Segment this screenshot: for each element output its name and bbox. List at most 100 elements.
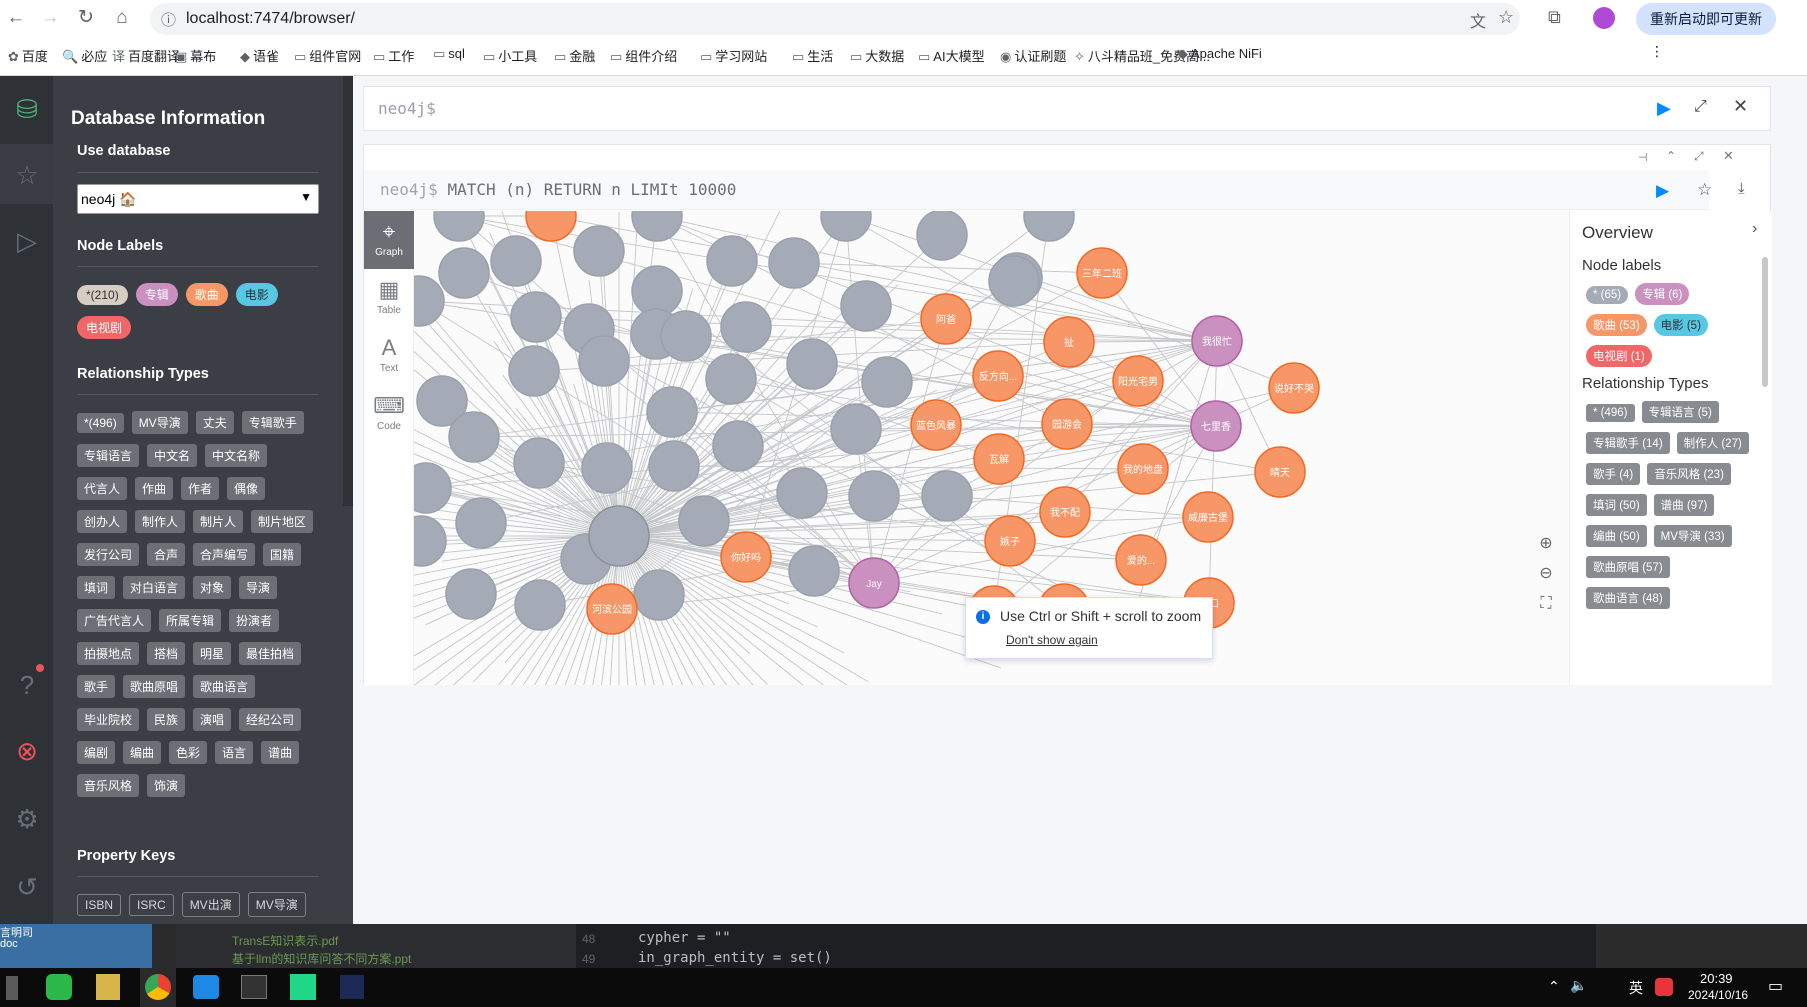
relationship-type-chip[interactable]: 偶像 (227, 477, 266, 500)
relationship-type-chip[interactable]: 国籍 (263, 543, 302, 566)
relationship-type-chip[interactable]: 作曲 (135, 477, 174, 500)
relationship-type-chip[interactable]: 色彩 (169, 741, 208, 764)
overview-node-label-chip[interactable]: 电影 (5) (1653, 314, 1708, 336)
graph-node[interactable] (490, 235, 542, 287)
chevron-right-icon[interactable]: › (1752, 220, 1757, 238)
bookmark-item[interactable]: ✿ 百度 (8, 46, 48, 65)
bookmark-item[interactable]: ▭ sql (433, 46, 465, 62)
bookmark-item[interactable]: ◆ 语雀 (240, 46, 279, 65)
start-icon[interactable] (6, 976, 18, 1000)
graph-node[interactable] (455, 497, 507, 549)
overview-relationship-type-chip[interactable]: 谱曲 (97) (1653, 494, 1715, 516)
view-tab-text[interactable]: A Text (364, 327, 414, 385)
bookmark-item[interactable]: ▭ 生活 (792, 46, 833, 65)
collapse-icon[interactable]: ⌃ (1666, 149, 1676, 163)
address-bar[interactable]: ⓘ localhost:7474/browser/ 文 ☆ (150, 3, 1520, 35)
run-play-icon[interactable]: ▶ (1657, 98, 1671, 119)
relationship-type-chip[interactable]: 拍摄地点 (77, 642, 140, 665)
database-icon[interactable]: ⛁ (8, 90, 46, 128)
database-select[interactable]: neo4j 🏠 ▼ (77, 184, 319, 214)
terminal-icon[interactable] (241, 975, 267, 999)
graph-node[interactable] (414, 275, 445, 327)
graph-relationship[interactable] (1208, 340, 1218, 604)
relationship-type-chip[interactable]: 民族 (147, 708, 186, 731)
overview-node-label-chip[interactable]: 歌曲 (53) (1586, 314, 1647, 336)
graph-node[interactable] (414, 515, 447, 567)
relationship-type-chip[interactable]: 歌手 (77, 675, 116, 698)
graph-node[interactable] (706, 235, 758, 287)
extensions-icon[interactable]: ⧉ (1548, 7, 1561, 28)
view-tab-code[interactable]: ⌨ Code (364, 385, 414, 443)
graph-node[interactable] (648, 440, 700, 492)
site-info-icon[interactable]: ⓘ (161, 9, 176, 30)
overview-relationship-type-chip[interactable]: 编曲 (50) (1586, 525, 1647, 547)
file-item[interactable]: 基于llm的知识库问答不同方案.ppt (232, 950, 411, 967)
graph-node[interactable] (776, 467, 828, 519)
graph-node[interactable] (788, 545, 840, 597)
drawer-scrollbar[interactable] (343, 76, 353, 506)
relationship-type-chip[interactable]: 制片人 (193, 510, 244, 533)
relationship-type-chip[interactable]: 经纪公司 (239, 708, 302, 731)
overview-relationship-type-chip[interactable]: 音乐风格 (23) (1647, 463, 1731, 485)
graph-hub-node[interactable] (588, 505, 650, 567)
about-icon[interactable]: ↺ (8, 868, 46, 906)
view-tab-graph[interactable]: ⌖ Graph (364, 211, 414, 269)
ime-indicator[interactable]: 英 (1629, 978, 1643, 998)
overview-relationship-type-chip[interactable]: * (496) (1586, 404, 1635, 422)
relationship-type-chip[interactable]: 最佳拍档 (239, 642, 302, 665)
graph-node[interactable] (840, 280, 892, 332)
relationship-type-chip[interactable]: 制片地区 (251, 510, 314, 533)
relationship-type-chip[interactable]: 对象 (193, 576, 232, 599)
relationship-type-chip[interactable]: 合声编写 (193, 543, 256, 566)
graph-node[interactable] (660, 310, 712, 362)
graph-relationship[interactable] (793, 262, 1103, 274)
graph-node[interactable] (510, 291, 562, 343)
bookmark-item[interactable]: ▭ 组件介绍 (610, 46, 677, 65)
relationship-type-chip[interactable]: 创办人 (77, 510, 128, 533)
notification-icon[interactable]: ▭ (1768, 976, 1783, 996)
relationship-type-chip[interactable]: 制作人 (135, 510, 186, 533)
graph-relationship[interactable] (997, 375, 1217, 427)
bookmark-item[interactable]: ▭ 金融 (554, 46, 595, 65)
overview-node-label-chip[interactable]: * (65) (1586, 286, 1629, 304)
clock-date[interactable]: 2024/10/16 (1688, 988, 1748, 1002)
relationship-type-chip[interactable]: 合声 (147, 543, 186, 566)
relationship-type-chip[interactable]: 发行公司 (77, 543, 140, 566)
relationship-type-chip[interactable]: 中文名称 (205, 444, 268, 467)
fullscreen-icon[interactable]: ⤢ (1694, 149, 1704, 164)
profile-avatar[interactable] (1593, 7, 1615, 29)
graph-node[interactable] (848, 470, 900, 522)
expand-icon[interactable]: ⤢ (1694, 98, 1707, 116)
relationship-type-chip[interactable]: 明星 (193, 642, 232, 665)
overview-node-label-chip[interactable]: 专辑 (6) (1635, 283, 1690, 305)
graph-node[interactable] (433, 211, 485, 242)
back-icon[interactable]: ← (4, 6, 28, 30)
relationship-type-chip[interactable]: 谱曲 (261, 741, 300, 764)
relationship-type-chip[interactable]: 对白语言 (123, 576, 186, 599)
graph-node[interactable] (988, 255, 1040, 307)
graph-node[interactable] (705, 353, 757, 405)
overview-relationship-type-chip[interactable]: 专辑歌手 (14) (1586, 432, 1670, 454)
frame-query-text[interactable]: neo4j$ MATCH (n) RETURN n LIMIt 10000 (380, 180, 736, 199)
relationship-type-chip[interactable]: 搭档 (147, 642, 186, 665)
property-key-chip[interactable]: ISBN (77, 894, 122, 916)
overview-relationship-type-chip[interactable]: MV导演 (33) (1653, 525, 1732, 547)
overview-relationship-type-chip[interactable]: 歌曲原唱 (57) (1586, 556, 1670, 578)
relationship-type-chip[interactable]: 中文名 (147, 444, 198, 467)
zoom-in-icon[interactable]: ⊕ (1529, 530, 1563, 558)
bookmark-item[interactable]: ◉ 认证刷题 (1000, 46, 1066, 65)
explorer-icon[interactable] (193, 975, 219, 999)
home-icon[interactable]: ⌂ (110, 6, 134, 30)
bookmark-item[interactable]: ▭ AI大模型 (918, 46, 985, 65)
graph-node[interactable] (631, 211, 683, 242)
view-tab-table[interactable]: ▦ Table (364, 269, 414, 327)
relationship-type-chip[interactable]: 扮演者 (229, 609, 280, 632)
graph-node[interactable] (712, 420, 764, 472)
connection-status-icon[interactable]: ⊗ (8, 732, 46, 770)
app-icon[interactable] (340, 975, 364, 999)
relationship-type-chip[interactable]: 语言 (215, 741, 254, 764)
overview-scrollbar[interactable] (1762, 257, 1768, 387)
bookmark-item[interactable]: ▭ 组件官网 (294, 46, 361, 65)
wechat-icon[interactable] (46, 974, 72, 1000)
translate-icon[interactable]: 文 (1470, 8, 1486, 32)
